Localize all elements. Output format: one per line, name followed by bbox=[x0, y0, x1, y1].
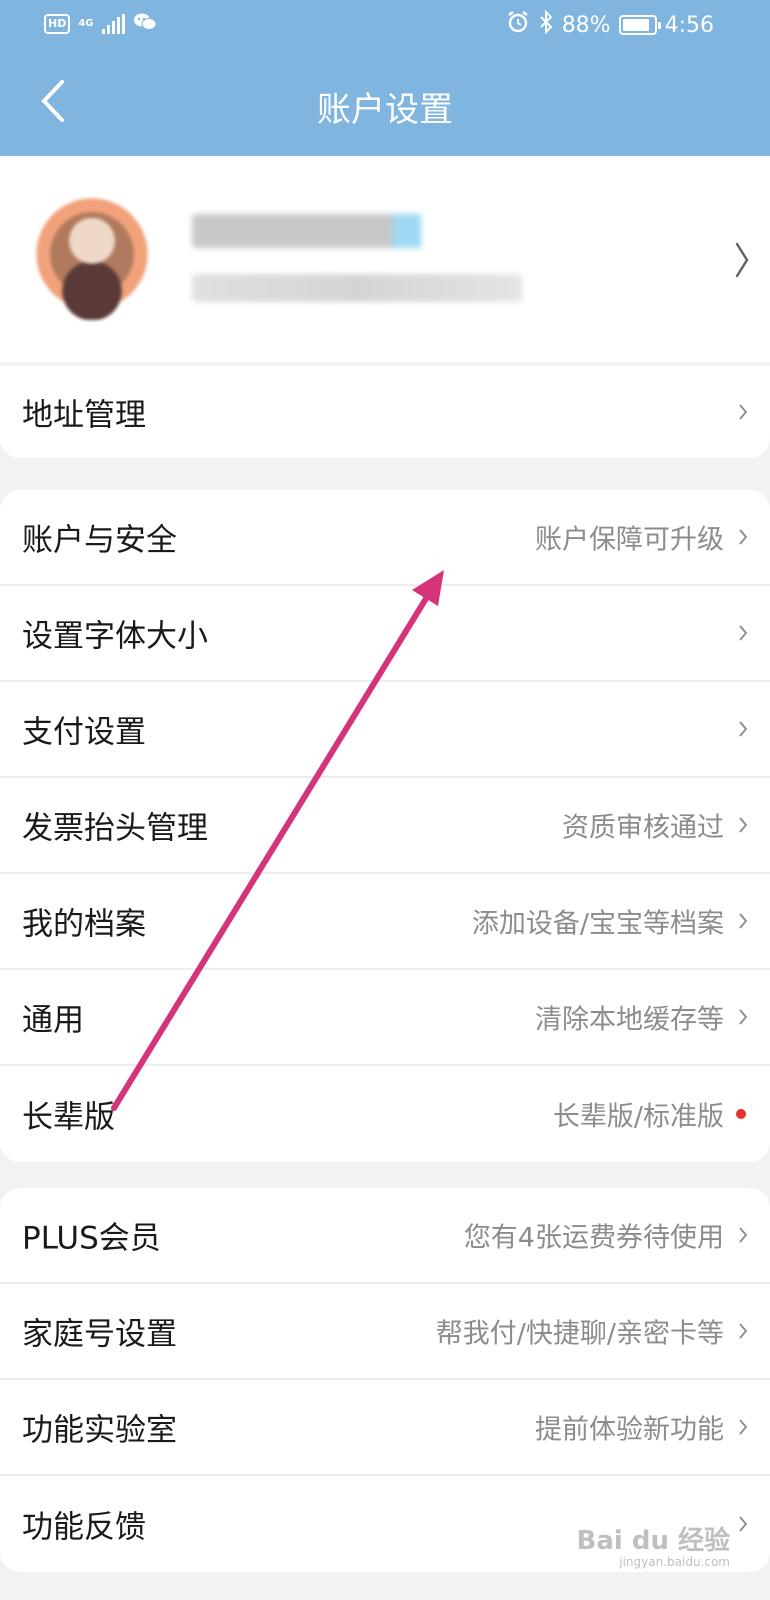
username-blurred bbox=[192, 214, 432, 248]
row-font-size[interactable]: 设置字体大小 bbox=[0, 586, 770, 682]
settings-group-features: PLUS会员 您有4张运费券待使用 家庭号设置 帮我付/快捷聊/亲密卡等 功能实… bbox=[0, 1188, 770, 1572]
row-general[interactable]: 通用 清除本地缓存等 bbox=[0, 970, 770, 1066]
watermark-url: jingyan.baidu.com bbox=[619, 1555, 730, 1569]
alarm-icon bbox=[506, 10, 530, 40]
row-label: 设置字体大小 bbox=[22, 618, 208, 655]
baidu-watermark: Bai du 经验 jingyan.baidu.com bbox=[577, 1520, 731, 1569]
row-hint: 长辈版/标准版 bbox=[552, 1101, 724, 1133]
chevron-right-icon bbox=[739, 625, 748, 641]
row-account-security[interactable]: 账户与安全 账户保障可升级 bbox=[0, 490, 770, 586]
chevron-right-icon bbox=[739, 817, 748, 833]
chevron-right-icon bbox=[739, 404, 748, 420]
row-label: 发票抬头管理 bbox=[22, 810, 208, 847]
battery-fill bbox=[622, 19, 649, 31]
chevron-right-icon bbox=[735, 242, 749, 278]
clock: 4:56 bbox=[664, 12, 714, 38]
chevron-right-icon bbox=[739, 1227, 748, 1243]
row-hint: 清除本地缓存等 bbox=[535, 1004, 724, 1036]
row-hint: 提前体验新功能 bbox=[535, 1414, 724, 1446]
chevron-right-icon bbox=[739, 1516, 748, 1532]
avatar bbox=[28, 188, 156, 320]
chevron-right-icon bbox=[739, 1009, 748, 1025]
row-hint: 账户保障可升级 bbox=[535, 524, 724, 556]
row-hint: 您有4张运费券待使用 bbox=[463, 1222, 724, 1254]
signal-icon bbox=[101, 14, 125, 34]
row-label: 账户与安全 bbox=[22, 522, 177, 559]
settings-group-address: 地址管理 bbox=[0, 366, 770, 458]
watermark-brand: Bai du 经验 bbox=[576, 1526, 731, 1556]
row-label: 我的档案 bbox=[22, 906, 146, 943]
chevron-right-icon bbox=[739, 1419, 748, 1435]
profile-card[interactable] bbox=[0, 156, 770, 362]
row-hint: 帮我付/快捷聊/亲密卡等 bbox=[435, 1318, 724, 1350]
row-hint: 资质审核通过 bbox=[562, 812, 724, 844]
row-hint: 添加设备/宝宝等档案 bbox=[471, 908, 724, 940]
row-my-profile[interactable]: 我的档案 添加设备/宝宝等档案 bbox=[0, 874, 770, 970]
status-left: HD 4G bbox=[44, 12, 157, 36]
row-label: 功能反馈 bbox=[22, 1509, 146, 1546]
chevron-right-icon bbox=[739, 721, 748, 737]
battery-icon bbox=[618, 15, 661, 35]
status-right: 88% 4:56 bbox=[506, 9, 714, 40]
row-label: 家庭号设置 bbox=[22, 1316, 177, 1353]
wechat-icon bbox=[133, 12, 157, 36]
row-label: 功能实验室 bbox=[22, 1412, 177, 1449]
page-title: 账户设置 bbox=[317, 90, 453, 130]
row-feature-lab[interactable]: 功能实验室 提前体验新功能 bbox=[0, 1380, 770, 1476]
app-header: HD 4G 88% 4:56 账户设置 bbox=[0, 0, 770, 156]
network-type-label: 4G bbox=[78, 18, 94, 29]
battery-percent: 88% bbox=[561, 12, 611, 38]
chevron-right-icon bbox=[739, 1323, 748, 1339]
account-info-blurred bbox=[192, 274, 522, 302]
row-elder-mode[interactable]: 长辈版 长辈版/标准版 bbox=[0, 1066, 770, 1162]
bluetooth-icon bbox=[538, 9, 554, 40]
row-plus-member[interactable]: PLUS会员 您有4张运费券待使用 bbox=[0, 1188, 770, 1284]
row-address-management[interactable]: 地址管理 bbox=[0, 366, 770, 458]
row-label: 通用 bbox=[22, 1002, 84, 1039]
row-family-settings[interactable]: 家庭号设置 帮我付/快捷聊/亲密卡等 bbox=[0, 1284, 770, 1380]
row-payment-settings[interactable]: 支付设置 bbox=[0, 682, 770, 778]
settings-group-account: 账户与安全 账户保障可升级 设置字体大小 支付设置 发票抬头管理 资质审核通过 … bbox=[0, 490, 770, 1162]
row-label: PLUS会员 bbox=[22, 1220, 161, 1257]
chevron-right-icon bbox=[739, 913, 748, 929]
row-label: 支付设置 bbox=[22, 714, 146, 751]
row-label: 地址管理 bbox=[22, 397, 146, 434]
hd-icon: HD bbox=[44, 14, 71, 34]
chevron-right-icon bbox=[739, 529, 748, 545]
status-bar: HD 4G 88% 4:56 bbox=[0, 0, 770, 52]
row-invoice-header[interactable]: 发票抬头管理 资质审核通过 bbox=[0, 778, 770, 874]
row-label: 长辈版 bbox=[22, 1099, 115, 1136]
notification-dot bbox=[736, 1109, 746, 1119]
